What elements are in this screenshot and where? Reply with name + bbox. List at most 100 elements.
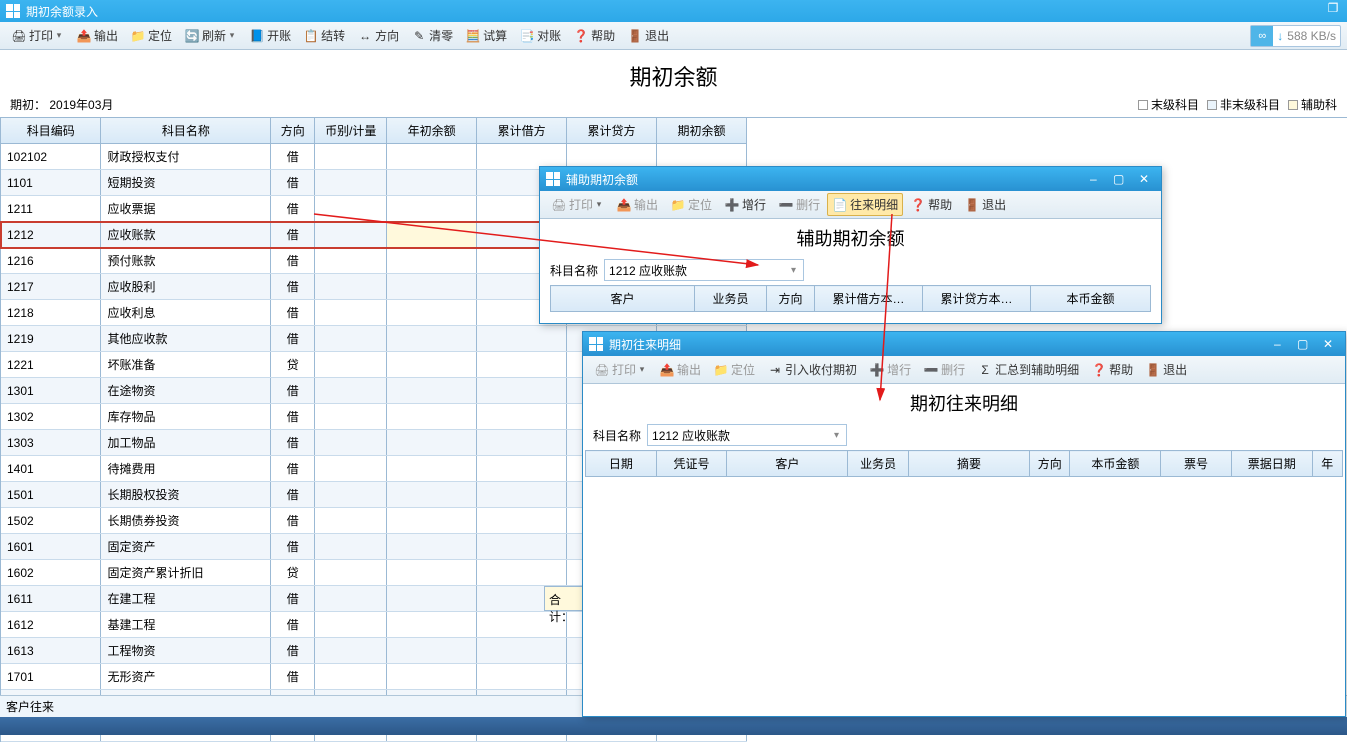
dlg2-col-voucher[interactable]: 凭证号 xyxy=(656,451,727,477)
dlg2-title: 期初往来明细 xyxy=(609,336,681,353)
dropdown-icon[interactable]: ▾ xyxy=(227,28,237,44)
dlg1-col-dir[interactable]: 方向 xyxy=(767,286,815,312)
col-name[interactable]: 科目名称 xyxy=(101,118,271,144)
arrows-icon: ↔ xyxy=(357,28,373,44)
dlg2-locate[interactable]: 📁定位 xyxy=(708,358,760,381)
dlg1-field-row: 科目名称 1212 应收账款 ▾ xyxy=(540,255,1161,285)
dlg2-grid[interactable]: 日期 凭证号 客户 业务员 摘要 方向 本币金额 票号 票据日期 年 xyxy=(583,450,1345,477)
cloud-icon: ∞ xyxy=(1251,26,1273,46)
dlg2-delrow[interactable]: ➖删行 xyxy=(918,358,970,381)
dropdown-icon[interactable]: ▾ xyxy=(831,430,842,441)
col-cumcred[interactable]: 累计贷方 xyxy=(567,118,657,144)
dlg2-window-controls: ‒ ▢ ✕ xyxy=(1266,337,1339,351)
import-icon: ⇥ xyxy=(767,362,783,378)
add-row-icon: ➕ xyxy=(724,197,740,213)
help-button[interactable]: ❓帮助 xyxy=(568,24,620,47)
dlg2-subject-combo[interactable]: 1212 应收账款 ▾ xyxy=(647,424,847,446)
dlg2-col-billdate[interactable]: 票据日期 xyxy=(1231,451,1312,477)
dlg1-grid[interactable]: 客户 业务员 方向 累计借方本… 累计贷方本… 本币金额 xyxy=(540,285,1161,312)
trial-button[interactable]: 🧮试算 xyxy=(460,24,512,47)
speed-indicator: ∞ ↓ 588 KB/s xyxy=(1250,25,1341,47)
settle-icon: 📋 xyxy=(303,28,319,44)
dlg2-col-staff[interactable]: 业务员 xyxy=(848,451,909,477)
dlg2-import[interactable]: ⇥引入收付期初 xyxy=(762,358,862,381)
dlg1-export[interactable]: 📤输出 xyxy=(611,193,663,216)
col-annual[interactable]: 年初余额 xyxy=(387,118,477,144)
dlg1-col-cumcred[interactable]: 累计贷方本… xyxy=(923,286,1031,312)
print-button[interactable]: 🖨打印▾ xyxy=(6,24,69,47)
col-currency[interactable]: 币别/计量 xyxy=(315,118,387,144)
close-button[interactable]: ✕ xyxy=(1317,337,1339,351)
dlg2-summarize[interactable]: Σ汇总到辅助明细 xyxy=(972,358,1084,381)
help-icon: ❓ xyxy=(910,197,926,213)
del-row-icon: ➖ xyxy=(778,197,794,213)
export-icon: 📤 xyxy=(76,28,92,44)
exit-icon: 🚪 xyxy=(1145,362,1161,378)
dlg2-help[interactable]: ❓帮助 xyxy=(1086,358,1138,381)
dlg2-export[interactable]: 📤输出 xyxy=(654,358,706,381)
app-icon xyxy=(546,172,560,186)
dlg1-locate[interactable]: 📁定位 xyxy=(665,193,717,216)
dlg2-col-billno[interactable]: 票号 xyxy=(1161,451,1232,477)
dropdown-icon[interactable]: ▾ xyxy=(788,265,799,276)
export-button[interactable]: 📤输出 xyxy=(71,24,123,47)
direction-button[interactable]: ↔方向 xyxy=(352,24,404,47)
dlg1-print[interactable]: 🖨打印▾ xyxy=(546,193,609,216)
maximize-button[interactable]: ▢ xyxy=(1108,172,1130,186)
minimize-button[interactable]: ‒ xyxy=(1266,337,1288,351)
dlg1-detail[interactable]: 📄往来明细 xyxy=(827,193,903,216)
dlg1-col-cumdebit[interactable]: 累计借方本… xyxy=(815,286,923,312)
locate-button[interactable]: 📁定位 xyxy=(125,24,177,47)
refresh-button[interactable]: 🔄刷新▾ xyxy=(179,24,242,47)
assist-open-balance-dialog: 辅助期初余额 ‒ ▢ ✕ 🖨打印▾ 📤输出 📁定位 ➕增行 ➖删行 📄往来明细 … xyxy=(539,166,1162,324)
dlg1-toolbar: 🖨打印▾ 📤输出 📁定位 ➕增行 ➖删行 📄往来明细 ❓帮助 🚪退出 xyxy=(540,191,1161,219)
window-restore[interactable]: ❐ xyxy=(1323,1,1343,17)
maximize-button[interactable]: ▢ xyxy=(1292,337,1314,351)
open-book-button[interactable]: 📘开账 xyxy=(244,24,296,47)
dlg1-help[interactable]: ❓帮助 xyxy=(905,193,957,216)
exit-button[interactable]: 🚪退出 xyxy=(622,24,674,47)
printer-icon: 🖨 xyxy=(11,28,27,44)
export-icon: 📤 xyxy=(616,197,632,213)
dlg2-col-dir[interactable]: 方向 xyxy=(1030,451,1070,477)
main-title-bar: 期初余额录入 ❐ xyxy=(0,0,1347,22)
dlg2-addrow[interactable]: ➕增行 xyxy=(864,358,916,381)
period-row: 期初： 2019年03月 末级科目 非末级科目 辅助科 xyxy=(0,96,1347,117)
col-period[interactable]: 期初余额 xyxy=(656,118,746,144)
calc-icon: 🧮 xyxy=(465,28,481,44)
settle-button[interactable]: 📋结转 xyxy=(298,24,350,47)
locate-icon: 📁 xyxy=(130,28,146,44)
dlg2-col-customer[interactable]: 客户 xyxy=(727,451,848,477)
speed-value: 588 KB/s xyxy=(1287,29,1336,43)
period-value: 2019年03月 xyxy=(49,98,113,112)
dlg2-print[interactable]: 🖨打印▾ xyxy=(589,358,652,381)
dlg2-col-year[interactable]: 年 xyxy=(1312,451,1342,477)
dlg1-exit[interactable]: 🚪退出 xyxy=(959,193,1011,216)
dlg2-title-bar[interactable]: 期初往来明细 ‒ ▢ ✕ xyxy=(583,332,1345,356)
col-cumdebit[interactable]: 累计借方 xyxy=(477,118,567,144)
dlg2-col-amount[interactable]: 本币金额 xyxy=(1070,451,1161,477)
clear-button[interactable]: ✎清零 xyxy=(406,24,458,47)
dlg1-addrow[interactable]: ➕增行 xyxy=(719,193,771,216)
help-icon: ❓ xyxy=(573,28,589,44)
dlg2-field-row: 科目名称 1212 应收账款 ▾ xyxy=(583,420,1345,450)
dlg2-exit[interactable]: 🚪退出 xyxy=(1140,358,1192,381)
minimize-button[interactable]: ‒ xyxy=(1082,172,1104,186)
col-dir[interactable]: 方向 xyxy=(271,118,315,144)
close-button[interactable]: ✕ xyxy=(1133,172,1155,186)
dropdown-icon[interactable]: ▾ xyxy=(54,28,64,44)
dlg1-heading: 辅助期初余额 xyxy=(540,219,1161,255)
reconcile-button[interactable]: 📑对账 xyxy=(514,24,566,47)
dlg1-subject-combo[interactable]: 1212 应收账款 ▾ xyxy=(604,259,804,281)
dlg1-delrow[interactable]: ➖删行 xyxy=(773,193,825,216)
dlg1-col-staff[interactable]: 业务员 xyxy=(695,286,767,312)
period-label: 期初： xyxy=(10,98,46,112)
dlg2-col-summary[interactable]: 摘要 xyxy=(908,451,1029,477)
sum-label: 合计： xyxy=(544,586,584,611)
dlg1-title-bar[interactable]: 辅助期初余额 ‒ ▢ ✕ xyxy=(540,167,1161,191)
dlg1-col-customer[interactable]: 客户 xyxy=(551,286,695,312)
col-code[interactable]: 科目编码 xyxy=(1,118,101,144)
locate-icon: 📁 xyxy=(670,197,686,213)
dlg1-col-amount[interactable]: 本币金额 xyxy=(1031,286,1151,312)
dlg2-col-date[interactable]: 日期 xyxy=(586,451,657,477)
